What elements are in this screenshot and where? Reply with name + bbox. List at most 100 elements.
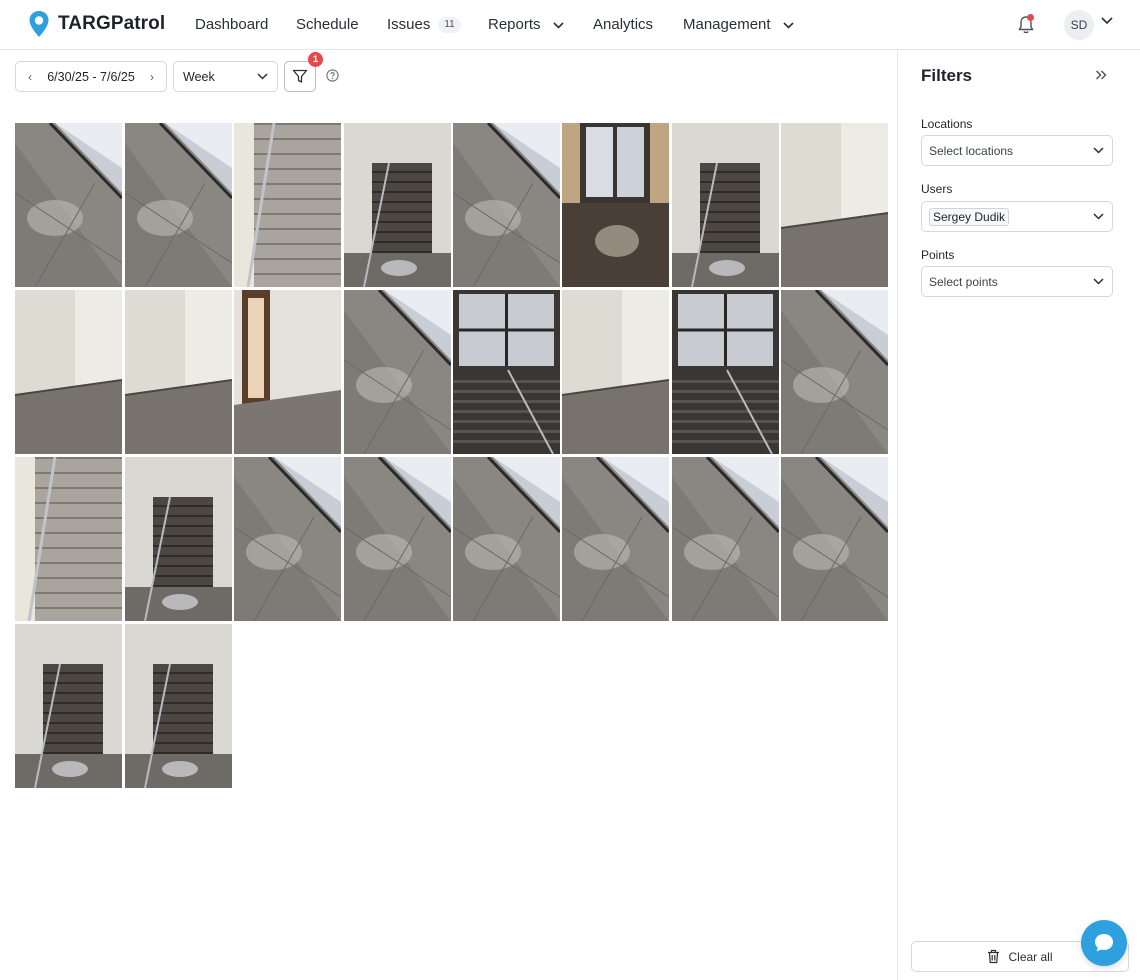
photo-thumbnail[interactable] bbox=[125, 290, 232, 454]
photo-image bbox=[562, 123, 669, 287]
trash-icon bbox=[988, 949, 1000, 964]
photo-thumbnail[interactable] bbox=[125, 123, 232, 287]
photo-image bbox=[781, 457, 888, 621]
brand-name: TARGPatrol bbox=[58, 13, 166, 34]
photo-image bbox=[672, 290, 779, 454]
avatar[interactable]: SD bbox=[1064, 10, 1094, 40]
nav-analytics[interactable]: Analytics bbox=[593, 15, 653, 35]
photo-image bbox=[672, 123, 779, 287]
nav-management-label: Management bbox=[683, 16, 771, 33]
collapse-panel-icon[interactable] bbox=[1095, 69, 1107, 81]
photo-thumbnail[interactable] bbox=[781, 457, 888, 621]
chevron-down-icon bbox=[257, 73, 268, 80]
points-label: Points bbox=[921, 248, 955, 262]
photo-thumbnail[interactable] bbox=[15, 457, 122, 621]
nav-reports-label: Reports bbox=[488, 16, 541, 33]
photo-image bbox=[344, 290, 451, 454]
photo-thumbnail[interactable] bbox=[453, 457, 560, 621]
photo-thumbnail[interactable] bbox=[344, 290, 451, 454]
chevron-down-icon bbox=[783, 21, 794, 29]
photo-image bbox=[125, 457, 232, 621]
photo-thumbnail[interactable] bbox=[781, 290, 888, 454]
date-range-picker[interactable]: ‹ 6/30/25 - 7/6/25 › bbox=[15, 61, 167, 92]
period-select-value: Week bbox=[183, 69, 215, 84]
locations-label: Locations bbox=[921, 117, 973, 131]
photo-image bbox=[781, 123, 888, 287]
previous-week-icon[interactable]: ‹ bbox=[25, 70, 35, 84]
photo-image bbox=[562, 457, 669, 621]
photo-thumbnail[interactable] bbox=[125, 624, 232, 788]
photo-thumbnail[interactable] bbox=[234, 290, 341, 454]
photo-thumbnail[interactable] bbox=[672, 457, 779, 621]
notification-dot bbox=[1027, 14, 1034, 21]
chevron-down-icon bbox=[1093, 278, 1104, 285]
photo-image bbox=[453, 457, 560, 621]
top-navigation: TARGPatrol Dashboard Schedule Issues 11 R… bbox=[0, 0, 1140, 50]
chevron-down-icon[interactable] bbox=[1101, 17, 1113, 25]
photo-thumbnail[interactable] bbox=[15, 624, 122, 788]
filters-panel: Filters Locations Select locations Users… bbox=[897, 50, 1140, 980]
help-icon[interactable] bbox=[326, 69, 339, 82]
next-week-icon[interactable]: › bbox=[147, 70, 157, 84]
photo-thumbnail[interactable] bbox=[672, 123, 779, 287]
nav-issues-label: Issues bbox=[387, 16, 431, 33]
nav-reports[interactable]: Reports bbox=[488, 15, 564, 35]
photo-image bbox=[453, 290, 560, 454]
photo-image bbox=[562, 290, 669, 454]
photo-thumbnail[interactable] bbox=[344, 457, 451, 621]
points-select[interactable]: Select points bbox=[921, 266, 1113, 297]
logo[interactable]: TARGPatrol bbox=[28, 10, 165, 38]
photo-image bbox=[234, 457, 341, 621]
photo-image bbox=[15, 123, 122, 287]
chat-button[interactable] bbox=[1081, 920, 1127, 966]
photo-image bbox=[125, 290, 232, 454]
photo-thumbnail[interactable] bbox=[562, 290, 669, 454]
photo-image bbox=[781, 290, 888, 454]
photo-thumbnail[interactable] bbox=[562, 123, 669, 287]
chevron-down-icon bbox=[553, 21, 564, 29]
photo-image bbox=[234, 123, 341, 287]
users-label: Users bbox=[921, 182, 953, 196]
locations-placeholder: Select locations bbox=[929, 143, 1014, 158]
issues-count-badge: 11 bbox=[438, 17, 461, 33]
photo-thumbnail[interactable] bbox=[453, 123, 560, 287]
photo-thumbnail[interactable] bbox=[15, 290, 122, 454]
location-pin-icon bbox=[29, 11, 49, 37]
photo-image bbox=[672, 457, 779, 621]
filters-title: Filters bbox=[921, 66, 973, 85]
photo-thumbnail[interactable] bbox=[781, 123, 888, 287]
nav-analytics-label: Analytics bbox=[593, 16, 654, 33]
photo-image bbox=[234, 290, 341, 454]
users-select[interactable]: Sergey Dudik bbox=[921, 201, 1113, 232]
nav-schedule[interactable]: Schedule bbox=[296, 15, 359, 35]
photo-image bbox=[344, 123, 451, 287]
date-range-label: 6/30/25 - 7/6/25 bbox=[47, 69, 135, 84]
nav-dashboard[interactable]: Dashboard bbox=[195, 15, 268, 35]
nav-issues[interactable]: Issues 11 bbox=[387, 15, 461, 35]
nav-management[interactable]: Management bbox=[683, 15, 794, 35]
photo-thumbnail[interactable] bbox=[15, 123, 122, 287]
active-filter-count-badge: 1 bbox=[308, 52, 323, 67]
nav-schedule-label: Schedule bbox=[296, 16, 359, 33]
selected-user-tag[interactable]: Sergey Dudik bbox=[929, 207, 1010, 226]
photo-thumbnail[interactable] bbox=[234, 457, 341, 621]
nav-dashboard-label: Dashboard bbox=[195, 16, 269, 33]
photo-image bbox=[344, 457, 451, 621]
chevron-down-icon bbox=[1093, 147, 1104, 154]
chat-bubble-icon bbox=[1095, 934, 1113, 952]
photo-thumbnail[interactable] bbox=[453, 290, 560, 454]
photo-image bbox=[453, 123, 560, 287]
photo-thumbnail[interactable] bbox=[344, 123, 451, 287]
points-placeholder: Select points bbox=[929, 274, 998, 289]
filter-icon bbox=[292, 69, 308, 83]
photo-image bbox=[125, 123, 232, 287]
photo-image bbox=[125, 624, 232, 788]
photo-thumbnail[interactable] bbox=[234, 123, 341, 287]
photo-thumbnail[interactable] bbox=[562, 457, 669, 621]
locations-select[interactable]: Select locations bbox=[921, 135, 1113, 166]
photo-thumbnail[interactable] bbox=[672, 290, 779, 454]
photo-thumbnail[interactable] bbox=[125, 457, 232, 621]
photo-image bbox=[15, 290, 122, 454]
period-select[interactable]: Week bbox=[173, 61, 278, 92]
chevron-down-icon bbox=[1093, 213, 1104, 220]
